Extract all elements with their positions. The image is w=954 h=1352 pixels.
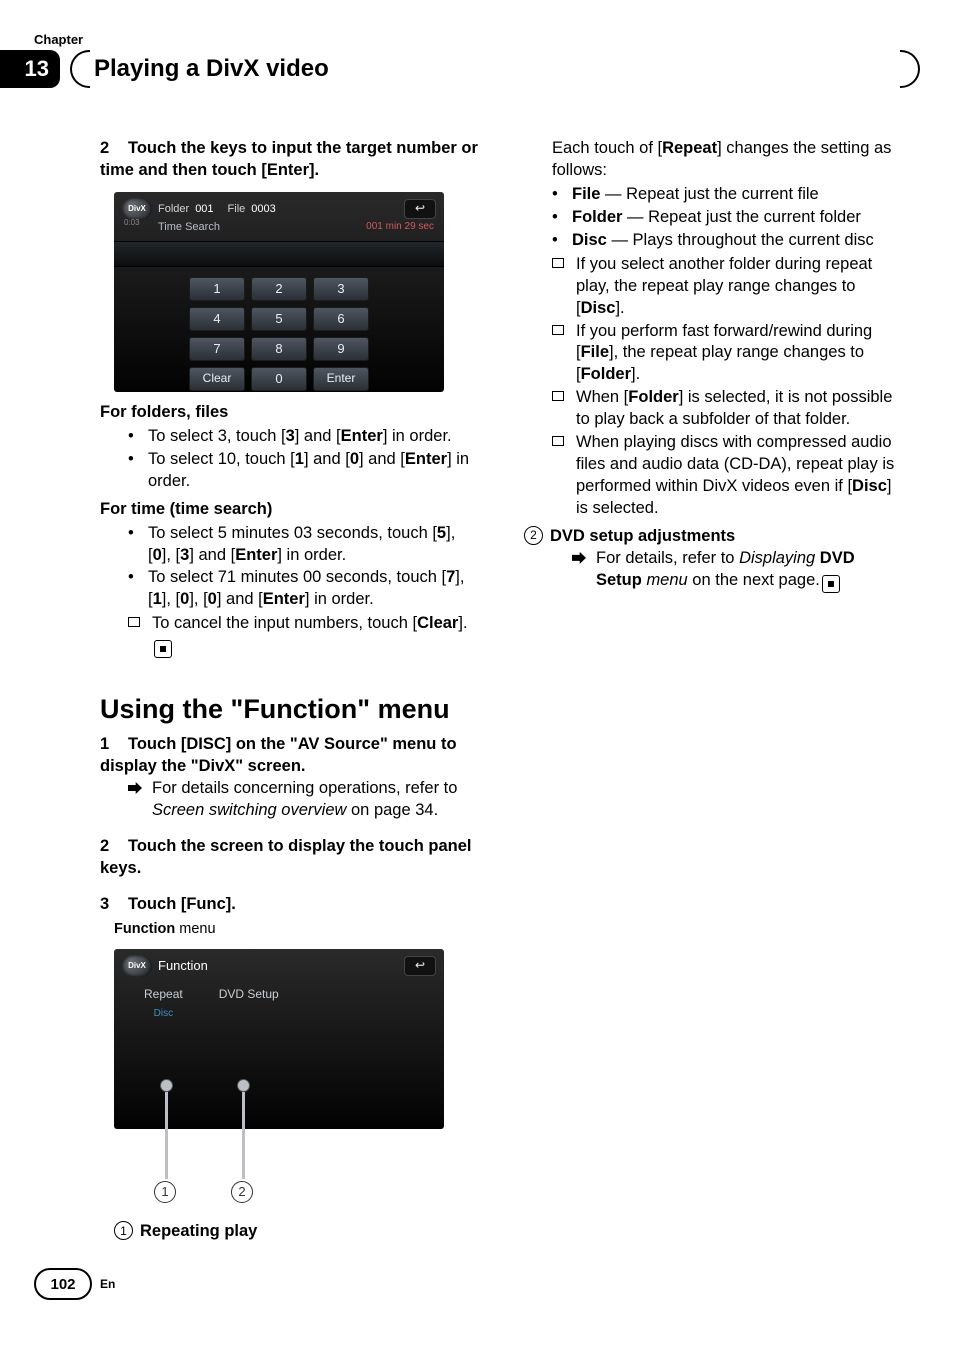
function-menu-heading: Using the "Function" menu [100,692,480,728]
key-enter[interactable]: Enter [313,367,369,391]
page-lang: En [100,1277,115,1291]
back-icon[interactable]: ↩ [404,956,436,976]
function-callouts: 1 2 [114,1139,444,1215]
repeat-item[interactable]: Repeat Disc [144,987,183,1020]
repeat-file-bullet: File — Repeat just the current file [552,184,904,206]
key-5[interactable]: 5 [251,307,307,331]
right-column: Each touch of [Repeat] changes the setti… [524,138,904,1242]
func-step-1-text: Touch [DISC] on the "AV Source" menu to … [100,735,457,775]
key-4[interactable]: 4 [189,307,245,331]
func-step-1-number: 1 [100,734,128,756]
repeating-play-item: 1 Repeating play [114,1221,480,1243]
dvd-setup-ref: For details, refer to Displaying DVD Set… [572,548,904,593]
key-clear[interactable]: Clear [189,367,245,391]
section-end-icon [822,575,840,593]
pill-right-decoration [900,50,920,88]
repeat-intro: Each touch of [Repeat] changes the setti… [552,138,904,182]
dvd-setup-item-heading: 2 DVD setup adjustments [524,526,904,548]
chapter-title-bar: Playing a DivX video [70,50,920,88]
time-search-screenshot: DivX Folder 001 File 0003 ↩ 0:03 Time Se… [114,192,444,392]
chapter-label: Chapter [34,32,83,47]
repeat-note-2: If you perform fast forward/rewind durin… [552,321,904,387]
circled-1: 1 [114,1221,133,1240]
func-step-3-text: Touch [Func]. [128,895,236,913]
circled-2: 2 [524,526,543,545]
time-search-value: 001 min 29 sec [366,220,434,235]
key-1[interactable]: 1 [189,277,245,301]
repeat-note-4: When playing discs with compressed audio… [552,432,904,520]
repeat-disc-bullet: Disc — Plays throughout the current disc [552,230,904,252]
dvd-setup-heading: DVD setup adjustments [550,526,735,548]
callout-line-1 [159,1079,173,1179]
key-6[interactable]: 6 [313,307,369,331]
func-step-3: 3Touch [Func]. [100,894,480,916]
repeating-play-label: Repeating play [140,1221,257,1243]
time-square-note: To cancel the input numbers, touch [Clea… [128,613,480,658]
folders-bullet-2: To select 10, touch [1] and [0] and [Ent… [128,449,480,493]
left-column: 2Touch the keys to input the target numb… [100,138,480,1242]
dvd-setup-label: DVD Setup [219,987,279,1003]
func-step-2-number: 2 [100,836,128,858]
func-step-1: 1Touch [DISC] on the "AV Source" menu to… [100,734,480,778]
pill-left-decoration [70,50,90,88]
dvd-setup-item[interactable]: DVD Setup [219,987,279,1020]
time-search-label: Time Search [158,220,220,235]
page-number: 102 [34,1268,92,1300]
callout-num-1: 1 [154,1181,176,1203]
repeat-note-1: If you select another folder during repe… [552,254,904,320]
folder-value: 001 [195,202,213,217]
time-bullet-1: To select 5 minutes 03 seconds, touch [5… [128,523,480,567]
folder-label: Folder [158,202,189,217]
key-0[interactable]: 0 [251,367,307,391]
key-9[interactable]: 9 [313,337,369,361]
for-time-heading: For time (time search) [100,499,480,521]
chapter-title: Playing a DivX video [90,55,329,83]
back-icon[interactable]: ↩ [404,199,436,219]
repeat-folder-bullet: Folder — Repeat just the current folder [552,207,904,229]
repeat-label: Repeat [144,987,183,1003]
repeat-note-3: When [Folder] is selected, it is not pos… [552,387,904,431]
file-label: File [228,202,246,217]
keypad: 1 2 3 4 5 6 7 8 9 Clear 0 Enter [114,267,444,405]
chapter-number: 13 [0,50,60,88]
func-step-1-ref: For details concerning operations, refer… [128,778,480,822]
section-end-icon [154,640,172,658]
key-2[interactable]: 2 [251,277,307,301]
step-2: 2Touch the keys to input the target numb… [100,138,480,182]
divx-logo-icon: DivX [122,198,152,220]
time-bullet-2: To select 71 minutes 00 seconds, touch [… [128,567,480,611]
repeat-value: Disc [154,1007,173,1020]
folders-bullet-1: To select 3, touch [3] and [Enter] in or… [128,426,480,448]
page-footer: 102 En [34,1268,115,1300]
step-2-text: Touch the keys to input the target numbe… [100,139,478,179]
func-step-2: 2Touch the screen to display the touch p… [100,836,480,880]
step-2-number: 2 [100,138,128,160]
func-step-2-text: Touch the screen to display the touch pa… [100,837,472,877]
title-spacer [329,50,900,88]
key-7[interactable]: 7 [189,337,245,361]
callout-num-2: 2 [231,1181,253,1203]
file-value: 0003 [251,202,275,217]
function-title: Function [158,957,208,974]
key-8[interactable]: 8 [251,337,307,361]
callout-line-2 [236,1079,250,1179]
elapsed-tiny: 0:03 [124,218,140,229]
key-3[interactable]: 3 [313,277,369,301]
function-menu-caption: Function menu [114,920,480,939]
func-step-3-number: 3 [100,894,128,916]
for-folders-heading: For folders, files [100,402,480,424]
divx-logo-icon: DivX [122,955,152,977]
